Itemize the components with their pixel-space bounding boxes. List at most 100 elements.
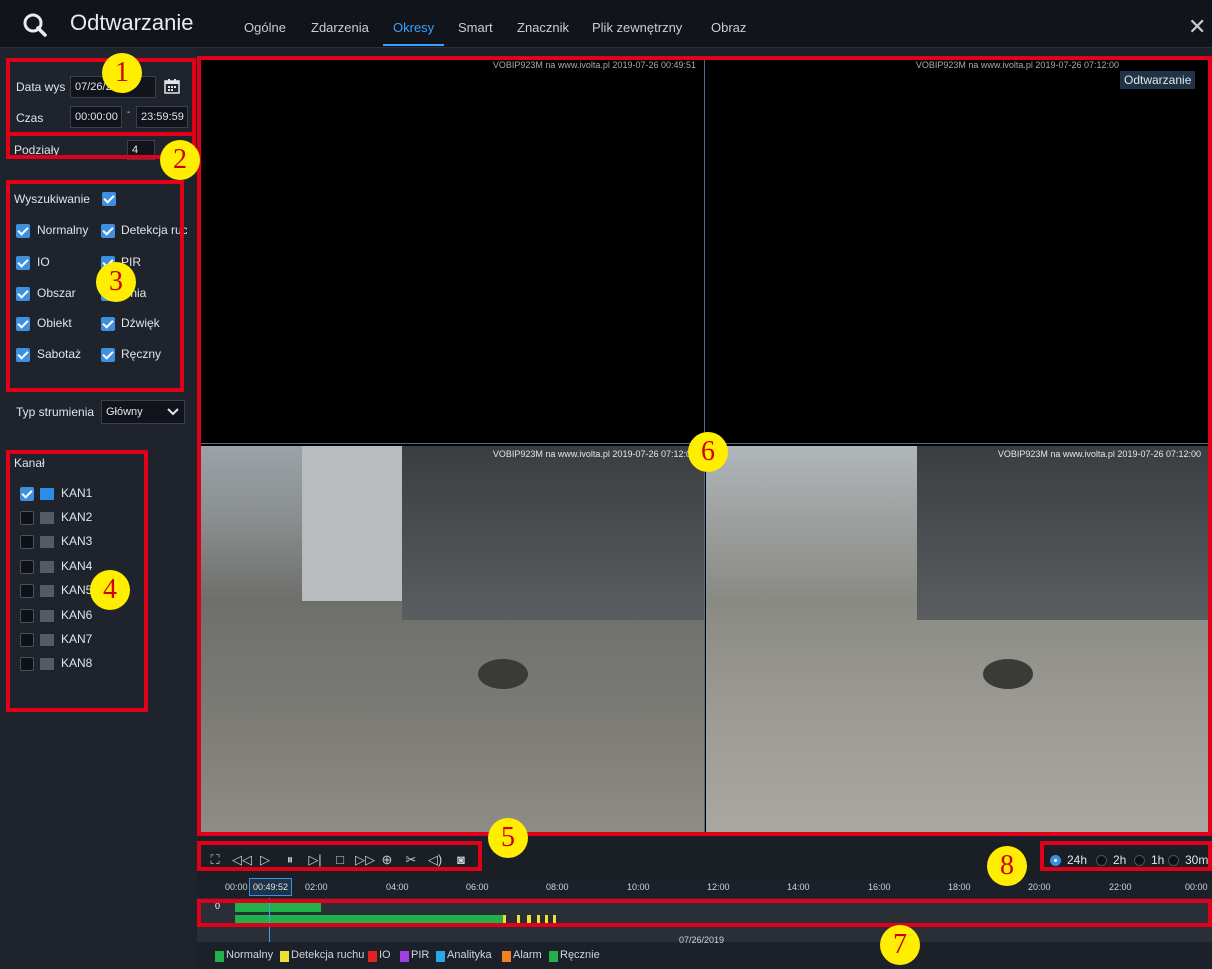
- channel-kan3: KAN3: [61, 534, 93, 548]
- camera-caption: VOBIP923M na www.ivolta.pl 2019-07-26 07…: [997, 449, 1201, 459]
- checkbox-obszar[interactable]: [16, 287, 30, 301]
- annotation-marker-6: 6: [688, 432, 728, 472]
- current-time-marker[interactable]: 00:49:52: [249, 878, 293, 896]
- channel-color-kan4: [40, 561, 54, 573]
- annotation-marker-3: 3: [96, 262, 136, 302]
- time-start-field[interactable]: 00:00:00: [70, 106, 122, 128]
- checkbox-sabotaz[interactable]: [16, 348, 30, 362]
- scale-24h-radio[interactable]: [1050, 855, 1061, 866]
- legend-label: Analityka: [447, 949, 492, 961]
- checkbox-kan2[interactable]: [20, 511, 34, 525]
- legend-color: [502, 951, 511, 962]
- tab-ogolne[interactable]: Ogólne: [244, 20, 286, 46]
- annotation-marker-5: 5: [488, 818, 528, 858]
- legend-label: Alarm: [513, 949, 542, 961]
- close-icon[interactable]: ✕: [1188, 14, 1206, 40]
- annotation-marker-2: 2: [160, 140, 200, 180]
- camera-scene-drain: [477, 658, 528, 689]
- checkbox-normalny[interactable]: [16, 224, 30, 238]
- checkbox-kan6[interactable]: [20, 609, 34, 623]
- channel-color-kan2: [40, 512, 54, 524]
- fullscreen-icon[interactable]: ⛶: [207, 852, 223, 868]
- timeline-tick: 14:00: [787, 882, 810, 892]
- time-separator: -: [127, 107, 131, 118]
- channel-kan7: KAN7: [61, 632, 93, 646]
- sidebar: Data wys 07/26/2019 Czas 00:00:00 - 23:5…: [0, 49, 197, 969]
- header-bar: Odtwarzanie Ogólne Zdarzenia Okresy Smar…: [0, 0, 1212, 48]
- legend-color: [215, 951, 224, 962]
- video-cell-4[interactable]: VOBIP923M na www.ivolta.pl 2019-07-26 07…: [706, 446, 1209, 833]
- channel-indicator: 0: [215, 901, 221, 911]
- legend-color: [436, 951, 445, 962]
- video-cell-2[interactable]: VOBIP923M na www.ivolta.pl 2019-07-26 07…: [706, 57, 1209, 444]
- label-detekcja-ruchu: Detekcja ruchu: [121, 223, 187, 237]
- channel-kan5: KAN5: [61, 583, 93, 597]
- camera-caption: VOBIP923M na www.ivolta.pl 2019-07-26 00…: [492, 60, 696, 70]
- checkbox-kan5[interactable]: [20, 584, 34, 598]
- label-dzwiek: Dźwięk: [121, 316, 160, 330]
- checkbox-reczny[interactable]: [101, 348, 115, 362]
- timeline[interactable]: 00:00 00:49:52 02:00 04:00 06:00 08:00 1…: [197, 878, 1212, 969]
- checkbox-kan3[interactable]: [20, 535, 34, 549]
- legend-color: [368, 951, 377, 962]
- label-obszar: Obszar: [37, 286, 76, 300]
- channel-color-kan3: [40, 536, 54, 548]
- checkbox-kan1[interactable]: [20, 487, 34, 501]
- timeline-tick: 12:00: [707, 882, 730, 892]
- search-all-checkbox[interactable]: [102, 192, 116, 206]
- camera-scene-building: [917, 446, 1209, 621]
- camera-caption: VOBIP923M na www.ivolta.pl 2019-07-26 07…: [915, 60, 1119, 70]
- label-sabotaz: Sabotaż: [37, 347, 82, 361]
- zoom-icon[interactable]: ⊕: [379, 852, 395, 868]
- step-forward-icon[interactable]: ▷|: [307, 852, 323, 868]
- scale-30m-radio[interactable]: [1168, 855, 1179, 866]
- calendar-icon[interactable]: [164, 78, 180, 94]
- checkbox-kan7[interactable]: [20, 633, 34, 647]
- channel-color-kan6: [40, 610, 54, 622]
- split-select[interactable]: 4: [127, 140, 155, 160]
- video-cell-3[interactable]: VOBIP923M na www.ivolta.pl 2019-07-26 07…: [201, 446, 705, 833]
- legend-label: Ręcznie: [560, 949, 600, 961]
- snapshot-icon[interactable]: ◙: [453, 852, 469, 868]
- recording-segment-normal: [235, 901, 321, 912]
- timeline-tick: 02:00: [305, 882, 328, 892]
- checkbox-kan4[interactable]: [20, 560, 34, 574]
- playhead[interactable]: [269, 898, 270, 942]
- timeline-tick: 18:00: [948, 882, 971, 892]
- slow-play-icon[interactable]: ▷: [257, 852, 273, 868]
- pause-icon[interactable]: ⏸: [282, 852, 298, 868]
- checkbox-obiekt[interactable]: [16, 317, 30, 331]
- scale-2h-radio[interactable]: [1096, 855, 1107, 866]
- timeline-tick: 00:00: [225, 882, 248, 892]
- channel-kan6: KAN6: [61, 608, 93, 622]
- camera-scene-building: [402, 446, 704, 621]
- audio-icon[interactable]: ◁): [427, 852, 443, 868]
- page-title: Odtwarzanie: [70, 10, 194, 35]
- tab-obraz[interactable]: Obraz: [711, 20, 746, 46]
- timeline-tick: 06:00: [466, 882, 489, 892]
- checkbox-detekcja-ruchu[interactable]: [101, 224, 115, 238]
- checkbox-io[interactable]: [16, 256, 30, 270]
- stop-icon[interactable]: □: [332, 852, 348, 868]
- tab-zdarzenia[interactable]: Zdarzenia: [311, 20, 369, 46]
- camera-image: [706, 446, 1209, 833]
- tab-okresy[interactable]: Okresy: [383, 20, 445, 46]
- tab-plik-zewnetrzny[interactable]: Plik zewnętrzny: [592, 20, 682, 46]
- tab-znacznik[interactable]: Znacznik: [517, 20, 569, 46]
- video-cell-1[interactable]: VOBIP923M na www.ivolta.pl 2019-07-26 00…: [201, 57, 705, 444]
- time-end-field[interactable]: 23:59:59: [136, 106, 188, 128]
- tab-smart[interactable]: Smart: [458, 20, 493, 46]
- search-icon: [23, 13, 47, 37]
- checkbox-dzwiek[interactable]: [101, 317, 115, 331]
- timeline-legend: Normalny Detekcja ruchu IO PIR Analityka…: [215, 949, 815, 965]
- playback-badge: Odtwarzanie: [1120, 71, 1196, 89]
- channel-kan1: KAN1: [61, 486, 93, 500]
- channel-color-kan8: [40, 658, 54, 670]
- fast-forward-icon[interactable]: ▷▷: [355, 852, 375, 868]
- annotation-marker-1: 1: [102, 53, 142, 93]
- clip-icon[interactable]: ✂: [403, 852, 419, 868]
- checkbox-kan8[interactable]: [20, 657, 34, 671]
- camera-caption: VOBIP923M na www.ivolta.pl 2019-07-26 07…: [492, 449, 696, 459]
- rewind-icon[interactable]: ◁◁: [232, 852, 252, 868]
- scale-1h-radio[interactable]: [1134, 855, 1145, 866]
